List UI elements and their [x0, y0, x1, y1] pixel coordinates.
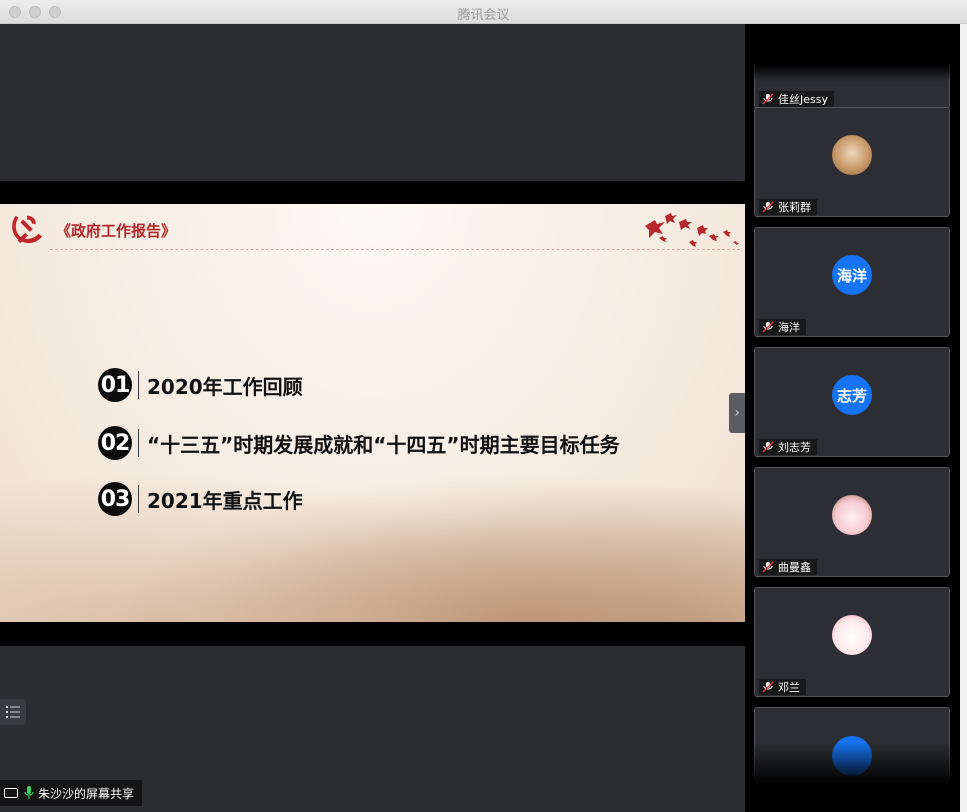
agenda-text: 2020年工作回顾 [147, 374, 303, 399]
mic-icon [24, 786, 34, 799]
agenda-separator [138, 429, 139, 457]
muted-mic-icon [762, 93, 774, 105]
agenda-number-badge: 02 [98, 426, 132, 460]
participant-name-label: 佳丝Jessy [759, 91, 834, 107]
avatar [832, 495, 872, 535]
screen-share-status: 朱沙沙的屏幕共享 [0, 780, 143, 806]
slide-header-title: 《政府工作报告》 [56, 222, 177, 240]
participant-name-label: 张莉群 [759, 199, 817, 215]
participant-name-label: 刘志芳 [759, 439, 817, 455]
agenda-number-badge: 01 [98, 368, 132, 402]
muted-mic-icon [762, 321, 774, 333]
letterbox-bottom [0, 622, 745, 646]
member-list-button[interactable] [0, 699, 26, 725]
avatar: 志芳 [832, 375, 872, 415]
agenda-number-badge: 03 [98, 482, 132, 516]
gallery-toggle-button[interactable]: › [729, 393, 745, 433]
window-titlebar: 腾讯会议 [0, 0, 967, 24]
muted-mic-icon [762, 681, 774, 693]
participant-name-label: 海洋 [759, 319, 806, 335]
participant-tile[interactable]: 曲曼鑫 [754, 467, 950, 577]
muted-mic-icon [762, 441, 774, 453]
muted-mic-icon [762, 201, 774, 213]
agenda-text: “十三五”时期发展成就和“十四五”时期主要目标任务 [147, 432, 620, 457]
participant-name-label: 邓兰 [759, 679, 806, 695]
shared-screen-stage: 《政府工作报告》 01 2020年工作回顾 02 “十三五”时期发展成就和“十四… [0, 24, 745, 812]
avatar: 海洋 [832, 255, 872, 295]
participant-tile[interactable]: 海洋 海洋 [754, 227, 950, 337]
agenda-text: 2021年重点工作 [147, 488, 303, 513]
agenda-separator [138, 485, 139, 513]
list-icon [6, 706, 20, 718]
agenda-item-3: 03 2021年重点工作 [98, 481, 303, 517]
participant-gallery: 佳丝Jessy 张莉群 海洋 海洋 志芳 刘志芳 曲曼鑫 邓兰 [745, 24, 967, 812]
agenda-separator [138, 371, 139, 399]
chevron-right-icon: › [734, 405, 740, 421]
agenda-item-1: 01 2020年工作回顾 [98, 367, 303, 403]
muted-mic-icon [762, 561, 774, 573]
monitor-icon [4, 788, 18, 798]
doves-decoration-icon [645, 213, 739, 247]
participant-tile[interactable]: 志芳 刘志芳 [754, 347, 950, 457]
window-title: 腾讯会议 [457, 8, 510, 23]
letterbox-top [0, 181, 745, 204]
participant-name-label: 曲曼鑫 [759, 559, 817, 575]
avatar [832, 135, 872, 175]
gallery-bottom-mask [745, 742, 967, 812]
window-edge [960, 24, 967, 812]
participant-tile[interactable]: 邓兰 [754, 587, 950, 697]
avatar [832, 615, 872, 655]
agenda-item-2: 02 “十三五”时期发展成就和“十四五”时期主要目标任务 [98, 425, 620, 461]
participant-tile[interactable]: 张莉群 [754, 107, 950, 217]
gallery-top-mask [745, 24, 967, 82]
screen-share-label: 朱沙沙的屏幕共享 [38, 786, 135, 801]
party-emblem-icon [12, 215, 43, 244]
shared-slide: 《政府工作报告》 01 2020年工作回顾 02 “十三五”时期发展成就和“十四… [0, 204, 745, 622]
